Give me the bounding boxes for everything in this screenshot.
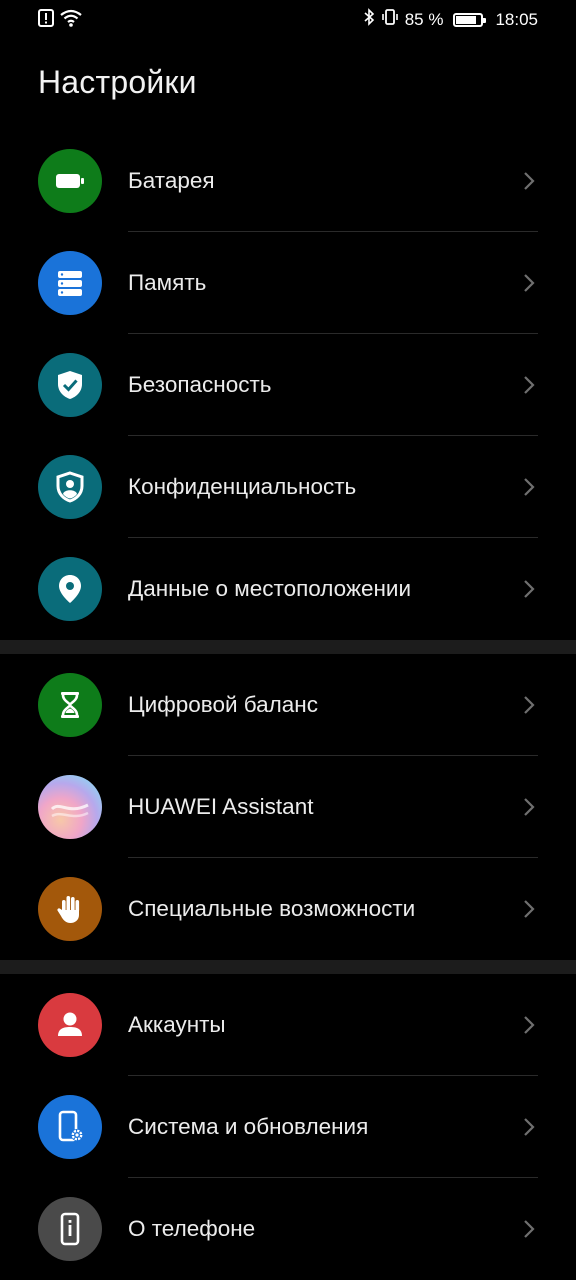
chevron-right-icon [524,478,535,496]
hourglass-icon [38,673,102,737]
settings-item-label: Батарея [128,168,215,193]
settings-item-accessibility[interactable]: Специальные возможности [0,858,576,960]
settings-screen: 85 % 18:05 Настройки Батарея Память Безо… [0,0,576,1280]
phone-info-icon [38,1197,102,1261]
clock: 18:05 [495,9,538,29]
section-separator [0,640,576,654]
settings-item-huawei-assistant[interactable]: HUAWEI Assistant [0,756,576,858]
settings-item-label: Безопасность [128,372,272,397]
assistant-icon [38,775,102,839]
chevron-right-icon [524,1220,535,1238]
location-pin-icon [38,557,102,621]
settings-item-label: Данные о местоположении [128,576,412,601]
alert-icon [38,9,54,32]
chevron-right-icon [524,376,535,394]
wifi-icon [60,9,82,32]
settings-item-label: О телефоне [128,1216,256,1241]
settings-item-storage[interactable]: Память [0,232,576,334]
page-title: Настройки [38,64,197,100]
settings-item-label: Конфиденциальность [128,474,357,499]
battery-icon [38,149,102,213]
battery-icon [453,12,487,27]
privacy-shield-icon [38,455,102,519]
settings-item-location[interactable]: Данные о местоположении [0,538,576,640]
settings-section-1: Батарея Память Безопасность Конфиденциал… [0,130,576,640]
chevron-right-icon [524,1118,535,1136]
settings-item-label: Цифровой баланс [128,692,318,717]
settings-item-label: Система и обновления [128,1114,369,1139]
status-bar-left [38,9,82,32]
chevron-right-icon [524,580,535,598]
chevron-right-icon [524,274,535,292]
settings-item-label: Аккаунты [128,1012,226,1037]
phone-settings-icon [38,1095,102,1159]
vibrate-icon [381,8,399,31]
chevron-right-icon [524,172,535,190]
chevron-right-icon [524,798,535,816]
settings-item-digital-balance[interactable]: Цифровой баланс [0,654,576,756]
battery-percent: 85 % [404,9,444,29]
settings-item-security[interactable]: Безопасность [0,334,576,436]
section-separator [0,960,576,974]
settings-item-system-updates[interactable]: Система и обновления [0,1076,576,1178]
chevron-right-icon [524,900,535,918]
settings-item-privacy[interactable]: Конфиденциальность [0,436,576,538]
status-bar-right: 85 % 18:05 [363,8,538,31]
settings-item-accounts[interactable]: Аккаунты [0,974,576,1076]
battery-level-fill [456,15,477,24]
settings-section-3: Аккаунты Система и обновления О телефоне [0,974,576,1280]
chevron-right-icon [524,696,535,714]
settings-item-label: Специальные возможности [128,896,416,921]
bluetooth-icon [363,8,375,31]
storage-icon [38,251,102,315]
settings-item-battery[interactable]: Батарея [0,130,576,232]
settings-item-about-phone[interactable]: О телефоне [0,1178,576,1280]
status-bar: 85 % 18:05 [0,0,576,40]
settings-section-2: Цифровой баланс HUAWEI Assistant Специал… [0,654,576,960]
user-icon [38,993,102,1057]
chevron-right-icon [524,1016,535,1034]
shield-check-icon [38,353,102,417]
settings-item-label: Память [128,270,207,295]
hand-icon [38,877,102,941]
settings-item-label: HUAWEI Assistant [128,794,314,819]
